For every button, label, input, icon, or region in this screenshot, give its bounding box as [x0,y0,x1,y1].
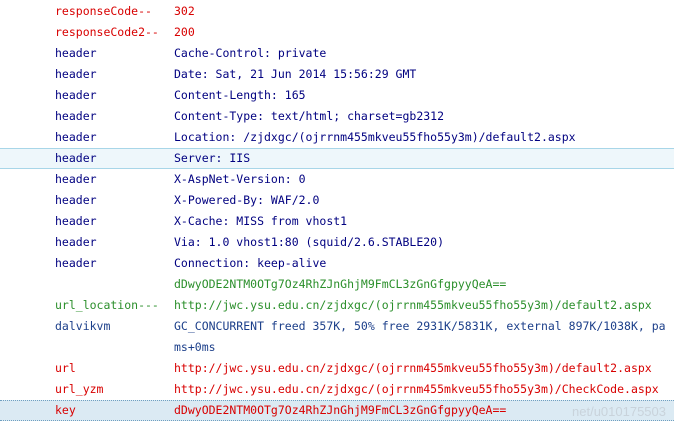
log-row[interactable]: header Cache-Control: private [0,43,674,64]
log-tag: key [55,403,76,417]
log-tag: header [55,67,97,81]
log-row[interactable]: header Date: Sat, 21 Jun 2014 15:56:29 G… [0,64,674,85]
log-tag: header [55,109,97,123]
log-tag: responseCode-- [55,4,152,18]
log-message: http://jwc.ysu.edu.cn/zjdxgc/(ojrrnm455m… [174,298,652,312]
log-row[interactable]: header Location: /zjdxgc/(ojrrnm455mkveu… [0,127,674,148]
log-message: Content-Type: text/html; charset=gb2312 [174,109,445,123]
log-tag: header [55,46,97,60]
log-tag: header [55,256,97,270]
log-message: Cache-Control: private [174,46,327,60]
log-message: Location: /zjdxgc/(ojrrnm455mkveu55fho55… [174,130,576,144]
log-tag: header [55,151,97,165]
log-row[interactable]: dDwyODE2NTM0OTg7Oz4RhZJnGhjM9FmCL3zGnGfg… [0,274,674,295]
log-message: ms+0ms [174,340,216,354]
log-row[interactable]: responseCode-- 302 [0,1,674,22]
log-tag: url_location--- [55,298,159,312]
log-row[interactable]: url_yzm http://jwc.ysu.edu.cn/zjdxgc/(oj… [0,379,674,400]
log-tag: header [55,172,97,186]
log-message: 200 [174,25,195,39]
log-message: Server: IIS [174,151,251,165]
log-tag: responseCode2-- [55,25,159,39]
log-tag: header [55,193,97,207]
log-message: dDwyODE2NTM0OTg7Oz4RhZJnGhjM9FmCL3zGnGfg… [174,403,507,417]
log-row[interactable]: url_location--- http://jwc.ysu.edu.cn/zj… [0,295,674,316]
log-row[interactable]: url http://jwc.ysu.edu.cn/zjdxgc/(ojrrnm… [0,358,674,379]
log-row[interactable]: header Connection: keep-alive [0,253,674,274]
log-message: dDwyODE2NTM0OTg7Oz4RhZJnGhjM9FmCL3zGnGfg… [174,277,507,291]
log-message: Content-Length: 165 [174,88,306,102]
log-message: GC_CONCURRENT freed 357K, 50% free 2931K… [174,319,666,333]
log-row[interactable]: header X-Cache: MISS from vhost1 [0,211,674,232]
log-message: Via: 1.0 vhost1:80 (squid/2.6.STABLE20) [174,235,445,249]
log-tag: url [55,361,76,375]
log-message: X-AspNet-Version: 0 [174,172,306,186]
logcat-log-view[interactable]: responseCode-- 302 responseCode2-- 200 h… [0,1,674,421]
log-tag: header [55,214,97,228]
log-message: Date: Sat, 21 Jun 2014 15:56:29 GMT [174,67,417,81]
log-tag: url_yzm [55,382,104,396]
log-message: X-Powered-By: WAF/2.0 [174,193,320,207]
watermark: net/u010175503 [572,404,666,419]
log-row[interactable]: dalvikvm GC_CONCURRENT freed 357K, 50% f… [0,316,674,337]
log-message: X-Cache: MISS from vhost1 [174,214,348,228]
log-row[interactable]: header X-AspNet-Version: 0 [0,169,674,190]
log-row[interactable]: header X-Powered-By: WAF/2.0 [0,190,674,211]
log-message: Connection: keep-alive [174,256,327,270]
log-row[interactable]: ms+0ms [0,337,674,358]
log-row[interactable]: header Via: 1.0 vhost1:80 (squid/2.6.STA… [0,232,674,253]
log-tag: header [55,88,97,102]
log-message: http://jwc.ysu.edu.cn/zjdxgc/(ojrrnm455m… [174,361,652,375]
log-tag: dalvikvm [55,319,111,333]
log-row[interactable]: responseCode2-- 200 [0,22,674,43]
log-row[interactable]: header Content-Length: 165 [0,85,674,106]
log-row[interactable]: header Content-Type: text/html; charset=… [0,106,674,127]
log-row-highlighted[interactable]: header Server: IIS [0,148,674,169]
log-message: http://jwc.ysu.edu.cn/zjdxgc/(ojrrnm455m… [174,382,659,396]
log-tag: header [55,235,97,249]
log-tag: header [55,130,97,144]
log-message: 302 [174,4,195,18]
